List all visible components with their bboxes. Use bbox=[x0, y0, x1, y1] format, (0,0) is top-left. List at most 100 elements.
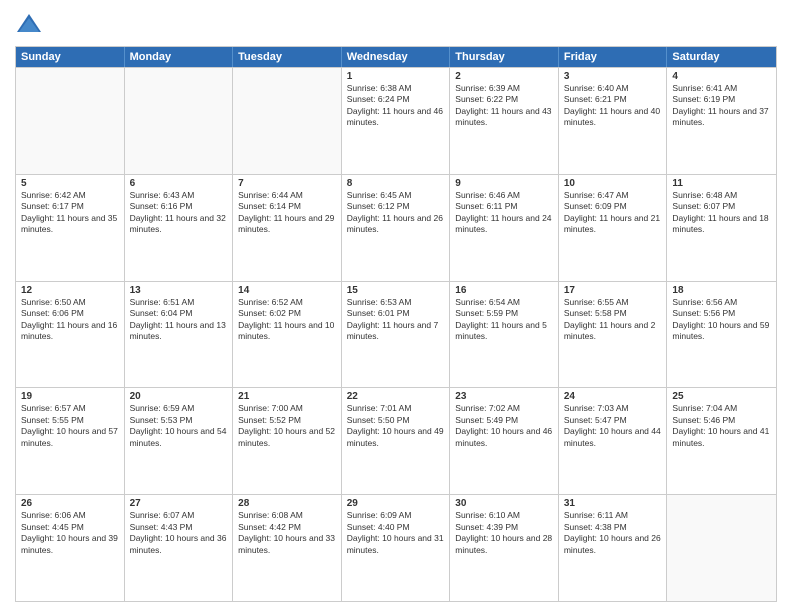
day-info: Sunrise: 6:43 AMSunset: 6:16 PMDaylight:… bbox=[130, 190, 228, 236]
day-number: 27 bbox=[130, 498, 228, 509]
day-number: 7 bbox=[238, 178, 336, 189]
day-number: 17 bbox=[564, 285, 662, 296]
day-number: 25 bbox=[672, 391, 771, 402]
day-number: 21 bbox=[238, 391, 336, 402]
day-info: Sunrise: 7:00 AMSunset: 5:52 PMDaylight:… bbox=[238, 403, 336, 449]
cal-cell: 16Sunrise: 6:54 AMSunset: 5:59 PMDayligh… bbox=[450, 282, 559, 388]
day-number: 5 bbox=[21, 178, 119, 189]
cal-cell: 29Sunrise: 6:09 AMSunset: 4:40 PMDayligh… bbox=[342, 495, 451, 601]
cal-cell: 21Sunrise: 7:00 AMSunset: 5:52 PMDayligh… bbox=[233, 388, 342, 494]
day-number: 8 bbox=[347, 178, 445, 189]
cal-cell bbox=[667, 495, 776, 601]
cal-cell: 23Sunrise: 7:02 AMSunset: 5:49 PMDayligh… bbox=[450, 388, 559, 494]
day-info: Sunrise: 6:10 AMSunset: 4:39 PMDaylight:… bbox=[455, 510, 553, 556]
cal-cell: 10Sunrise: 6:47 AMSunset: 6:09 PMDayligh… bbox=[559, 175, 668, 281]
day-info: Sunrise: 6:51 AMSunset: 6:04 PMDaylight:… bbox=[130, 297, 228, 343]
cal-cell: 24Sunrise: 7:03 AMSunset: 5:47 PMDayligh… bbox=[559, 388, 668, 494]
day-info: Sunrise: 6:42 AMSunset: 6:17 PMDaylight:… bbox=[21, 190, 119, 236]
cal-cell: 19Sunrise: 6:57 AMSunset: 5:55 PMDayligh… bbox=[16, 388, 125, 494]
week-row-1: 5Sunrise: 6:42 AMSunset: 6:17 PMDaylight… bbox=[16, 174, 776, 281]
day-number: 22 bbox=[347, 391, 445, 402]
day-number: 20 bbox=[130, 391, 228, 402]
day-info: Sunrise: 6:45 AMSunset: 6:12 PMDaylight:… bbox=[347, 190, 445, 236]
calendar: SundayMondayTuesdayWednesdayThursdayFrid… bbox=[15, 46, 777, 602]
day-info: Sunrise: 6:56 AMSunset: 5:56 PMDaylight:… bbox=[672, 297, 771, 343]
cal-cell: 2Sunrise: 6:39 AMSunset: 6:22 PMDaylight… bbox=[450, 68, 559, 174]
cal-cell: 4Sunrise: 6:41 AMSunset: 6:19 PMDaylight… bbox=[667, 68, 776, 174]
cal-cell: 22Sunrise: 7:01 AMSunset: 5:50 PMDayligh… bbox=[342, 388, 451, 494]
day-info: Sunrise: 6:41 AMSunset: 6:19 PMDaylight:… bbox=[672, 83, 771, 129]
day-info: Sunrise: 6:54 AMSunset: 5:59 PMDaylight:… bbox=[455, 297, 553, 343]
header-day-thursday: Thursday bbox=[450, 47, 559, 67]
day-number: 18 bbox=[672, 285, 771, 296]
day-number: 1 bbox=[347, 71, 445, 82]
day-info: Sunrise: 6:07 AMSunset: 4:43 PMDaylight:… bbox=[130, 510, 228, 556]
cal-cell: 1Sunrise: 6:38 AMSunset: 6:24 PMDaylight… bbox=[342, 68, 451, 174]
cal-cell: 27Sunrise: 6:07 AMSunset: 4:43 PMDayligh… bbox=[125, 495, 234, 601]
day-number: 26 bbox=[21, 498, 119, 509]
day-info: Sunrise: 6:38 AMSunset: 6:24 PMDaylight:… bbox=[347, 83, 445, 129]
day-number: 31 bbox=[564, 498, 662, 509]
cal-cell: 9Sunrise: 6:46 AMSunset: 6:11 PMDaylight… bbox=[450, 175, 559, 281]
day-info: Sunrise: 7:01 AMSunset: 5:50 PMDaylight:… bbox=[347, 403, 445, 449]
cal-cell: 31Sunrise: 6:11 AMSunset: 4:38 PMDayligh… bbox=[559, 495, 668, 601]
page: SundayMondayTuesdayWednesdayThursdayFrid… bbox=[0, 0, 792, 612]
logo-icon bbox=[15, 10, 43, 38]
cal-cell: 28Sunrise: 6:08 AMSunset: 4:42 PMDayligh… bbox=[233, 495, 342, 601]
logo bbox=[15, 10, 47, 38]
day-info: Sunrise: 6:53 AMSunset: 6:01 PMDaylight:… bbox=[347, 297, 445, 343]
week-row-3: 19Sunrise: 6:57 AMSunset: 5:55 PMDayligh… bbox=[16, 387, 776, 494]
calendar-header: SundayMondayTuesdayWednesdayThursdayFrid… bbox=[16, 47, 776, 67]
day-number: 30 bbox=[455, 498, 553, 509]
cal-cell: 18Sunrise: 6:56 AMSunset: 5:56 PMDayligh… bbox=[667, 282, 776, 388]
day-number: 13 bbox=[130, 285, 228, 296]
day-number: 12 bbox=[21, 285, 119, 296]
day-number: 9 bbox=[455, 178, 553, 189]
day-number: 15 bbox=[347, 285, 445, 296]
day-number: 2 bbox=[455, 71, 553, 82]
cal-cell: 8Sunrise: 6:45 AMSunset: 6:12 PMDaylight… bbox=[342, 175, 451, 281]
day-info: Sunrise: 7:02 AMSunset: 5:49 PMDaylight:… bbox=[455, 403, 553, 449]
header-day-saturday: Saturday bbox=[667, 47, 776, 67]
day-info: Sunrise: 7:04 AMSunset: 5:46 PMDaylight:… bbox=[672, 403, 771, 449]
header bbox=[15, 10, 777, 38]
header-day-sunday: Sunday bbox=[16, 47, 125, 67]
cal-cell: 3Sunrise: 6:40 AMSunset: 6:21 PMDaylight… bbox=[559, 68, 668, 174]
cal-cell: 15Sunrise: 6:53 AMSunset: 6:01 PMDayligh… bbox=[342, 282, 451, 388]
day-number: 6 bbox=[130, 178, 228, 189]
day-info: Sunrise: 6:52 AMSunset: 6:02 PMDaylight:… bbox=[238, 297, 336, 343]
day-number: 3 bbox=[564, 71, 662, 82]
day-info: Sunrise: 6:08 AMSunset: 4:42 PMDaylight:… bbox=[238, 510, 336, 556]
cal-cell: 13Sunrise: 6:51 AMSunset: 6:04 PMDayligh… bbox=[125, 282, 234, 388]
day-info: Sunrise: 6:47 AMSunset: 6:09 PMDaylight:… bbox=[564, 190, 662, 236]
day-info: Sunrise: 6:11 AMSunset: 4:38 PMDaylight:… bbox=[564, 510, 662, 556]
cal-cell: 25Sunrise: 7:04 AMSunset: 5:46 PMDayligh… bbox=[667, 388, 776, 494]
day-info: Sunrise: 6:09 AMSunset: 4:40 PMDaylight:… bbox=[347, 510, 445, 556]
cal-cell: 30Sunrise: 6:10 AMSunset: 4:39 PMDayligh… bbox=[450, 495, 559, 601]
day-info: Sunrise: 6:55 AMSunset: 5:58 PMDaylight:… bbox=[564, 297, 662, 343]
day-number: 19 bbox=[21, 391, 119, 402]
day-info: Sunrise: 6:06 AMSunset: 4:45 PMDaylight:… bbox=[21, 510, 119, 556]
day-info: Sunrise: 6:59 AMSunset: 5:53 PMDaylight:… bbox=[130, 403, 228, 449]
day-number: 16 bbox=[455, 285, 553, 296]
day-info: Sunrise: 6:46 AMSunset: 6:11 PMDaylight:… bbox=[455, 190, 553, 236]
cal-cell bbox=[125, 68, 234, 174]
cal-cell: 20Sunrise: 6:59 AMSunset: 5:53 PMDayligh… bbox=[125, 388, 234, 494]
week-row-2: 12Sunrise: 6:50 AMSunset: 6:06 PMDayligh… bbox=[16, 281, 776, 388]
cal-cell bbox=[233, 68, 342, 174]
header-day-friday: Friday bbox=[559, 47, 668, 67]
cal-cell: 5Sunrise: 6:42 AMSunset: 6:17 PMDaylight… bbox=[16, 175, 125, 281]
cal-cell: 11Sunrise: 6:48 AMSunset: 6:07 PMDayligh… bbox=[667, 175, 776, 281]
day-number: 11 bbox=[672, 178, 771, 189]
day-number: 14 bbox=[238, 285, 336, 296]
calendar-body: 1Sunrise: 6:38 AMSunset: 6:24 PMDaylight… bbox=[16, 67, 776, 601]
day-number: 4 bbox=[672, 71, 771, 82]
day-info: Sunrise: 6:48 AMSunset: 6:07 PMDaylight:… bbox=[672, 190, 771, 236]
day-number: 23 bbox=[455, 391, 553, 402]
cal-cell: 7Sunrise: 6:44 AMSunset: 6:14 PMDaylight… bbox=[233, 175, 342, 281]
day-number: 10 bbox=[564, 178, 662, 189]
cal-cell: 26Sunrise: 6:06 AMSunset: 4:45 PMDayligh… bbox=[16, 495, 125, 601]
day-info: Sunrise: 6:57 AMSunset: 5:55 PMDaylight:… bbox=[21, 403, 119, 449]
header-day-monday: Monday bbox=[125, 47, 234, 67]
header-day-tuesday: Tuesday bbox=[233, 47, 342, 67]
